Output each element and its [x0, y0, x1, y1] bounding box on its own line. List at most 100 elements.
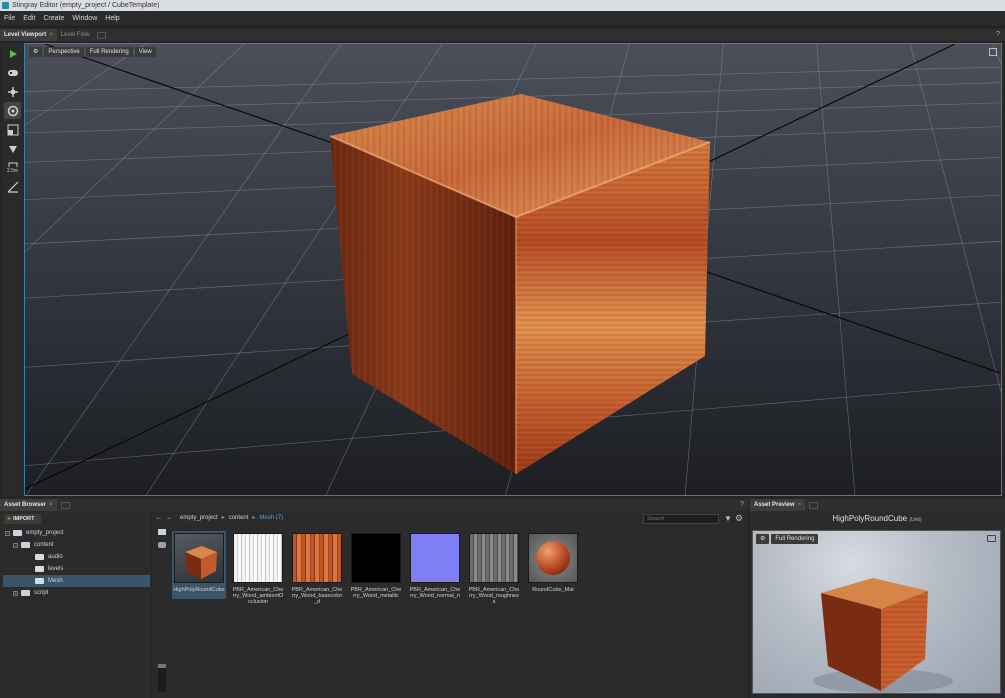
- menu-create[interactable]: Create: [43, 15, 64, 22]
- folder-icon: [21, 542, 30, 548]
- preview-scene: [813, 578, 953, 693]
- import-button[interactable]: + IMPORT: [4, 514, 41, 524]
- tab-level-flow-label: Level Flow: [60, 32, 90, 38]
- folder-icon: [35, 554, 44, 560]
- asset-item-metallic[interactable]: PBR_American_Cherry_Wood_metallic: [349, 531, 403, 599]
- close-icon[interactable]: ×: [798, 499, 802, 511]
- viewport-scene: [25, 44, 1001, 495]
- folder-tree: − empty_project − content audio levels Mes…: [3, 527, 150, 599]
- tab-asset-preview[interactable]: Asset Preview ×: [750, 499, 806, 511]
- asset-preview-viewport[interactable]: ⚙ Full Rendering: [752, 530, 1001, 694]
- menu-edit[interactable]: Edit: [23, 15, 35, 22]
- tab-level-viewport[interactable]: Level Viewport ×: [0, 29, 57, 41]
- menu-help[interactable]: Help: [105, 15, 119, 22]
- level-viewport[interactable]: ⚙ Perspective Full Rendering View: [24, 43, 1002, 496]
- collapse-icon[interactable]: −: [13, 542, 18, 548]
- collapse-icon[interactable]: −: [5, 530, 10, 536]
- grid-size-icon[interactable]: 2.5m: [4, 159, 21, 176]
- help-icon[interactable]: ?: [740, 501, 744, 508]
- viewport-toolbar: ⚙ Perspective Full Rendering View: [29, 47, 156, 57]
- tab-level-flow[interactable]: Level Flow: [57, 29, 94, 41]
- asset-label: PBR_American_Cherry_Wood_metallic: [350, 587, 402, 599]
- asset-item-normal[interactable]: PBR_American_Cherry_Wood_normal_n: [408, 531, 462, 599]
- asset-label: PBR_American_Cherry_Wood_roughness: [468, 587, 520, 605]
- folder-view-icon[interactable]: [158, 529, 166, 535]
- breadcrumb-item[interactable]: empty_project: [180, 515, 218, 521]
- stingray-logo-icon: [2, 2, 9, 9]
- expand-icon[interactable]: +: [13, 590, 18, 596]
- new-tab-icon[interactable]: [809, 502, 819, 509]
- move-icon[interactable]: [4, 83, 21, 100]
- asset-browser-tabstrip: Asset Browser ×: [0, 499, 748, 511]
- plus-icon: +: [7, 515, 12, 523]
- tree-item-script[interactable]: + script: [3, 587, 150, 599]
- asset-thumbnail: [351, 533, 401, 583]
- person-filter-icon[interactable]: [158, 542, 166, 548]
- help-icon[interactable]: ?: [996, 31, 1000, 38]
- tree-item-label: Mesh: [48, 578, 63, 584]
- tree-item-mesh[interactable]: Mesh: [3, 575, 150, 587]
- asset-thumbnail: [410, 533, 460, 583]
- asset-thumbnail: [292, 533, 342, 583]
- forward-arrow-icon[interactable]: →: [166, 515, 172, 521]
- asset-label: PBR_American_Cherry_Wood_basecolor_d: [291, 587, 343, 605]
- settings-gear-icon[interactable]: ⚙: [735, 513, 743, 524]
- back-arrow-icon[interactable]: ←: [156, 515, 162, 521]
- preview-title: HighPolyRoundCube (Unit): [752, 514, 1002, 523]
- tree-item-empty-project[interactable]: − empty_project: [3, 527, 150, 539]
- viewport-settings-button[interactable]: ⚙: [29, 47, 43, 57]
- breadcrumb: ← → empty_project ▸ content ▸ Mesh (7): [156, 514, 283, 522]
- camera-mode-button[interactable]: Perspective: [44, 47, 84, 57]
- tree-item-audio[interactable]: audio: [3, 551, 150, 563]
- new-tab-icon[interactable]: [97, 32, 107, 39]
- render-mode-button[interactable]: Full Rendering: [85, 47, 133, 57]
- snap-icon[interactable]: [4, 140, 21, 157]
- breadcrumb-item[interactable]: content: [229, 515, 249, 521]
- tab-level-viewport-label: Level Viewport: [4, 32, 47, 38]
- asset-search-input[interactable]: [643, 514, 719, 524]
- asset-item-roundcube-mat[interactable]: RoundCube_Mat: [526, 531, 580, 593]
- close-icon[interactable]: ×: [49, 499, 53, 511]
- asset-preview-tabstrip: Asset Preview ×: [750, 499, 1005, 511]
- tree-item-label: audio: [48, 554, 63, 560]
- folder-icon: [21, 590, 30, 596]
- gear-icon: ⚙: [33, 49, 39, 55]
- maximize-icon[interactable]: [989, 48, 997, 56]
- tree-item-label: content: [34, 542, 54, 548]
- preview-asset-type: (Unit): [909, 517, 922, 523]
- rotate-icon[interactable]: [4, 102, 21, 119]
- folder-icon: [35, 566, 44, 572]
- thumbnail-size-slider[interactable]: [158, 664, 166, 692]
- tree-item-label: script: [34, 590, 49, 596]
- chevron-right-icon: ▸: [252, 515, 256, 521]
- menu-bar: File Edit Create Window Help: [0, 11, 1005, 27]
- menu-file[interactable]: File: [4, 15, 15, 22]
- gamepad-icon[interactable]: [4, 64, 21, 81]
- asset-label: HighPolyRoundCube: [173, 587, 225, 593]
- measure-icon[interactable]: [4, 178, 21, 195]
- asset-thumbnail: [528, 533, 578, 583]
- asset-item-roughness[interactable]: PBR_American_Cherry_Wood_roughness: [467, 531, 521, 605]
- asset-item-highpolyroundcube[interactable]: HighPolyRoundCube: [172, 531, 226, 599]
- breadcrumb-current[interactable]: Mesh (7): [259, 515, 283, 521]
- tab-asset-preview-label: Asset Preview: [754, 502, 795, 508]
- folder-icon: [13, 530, 22, 536]
- tree-item-content[interactable]: − content: [3, 539, 150, 551]
- menu-window[interactable]: Window: [72, 15, 97, 22]
- close-icon[interactable]: ×: [49, 29, 53, 41]
- asset-label: PBR_American_Cherry_Wood_ambientOcclusio…: [232, 587, 284, 605]
- tab-asset-browser[interactable]: Asset Browser ×: [0, 499, 57, 511]
- asset-item-basecolor[interactable]: PBR_American_Cherry_Wood_basecolor_d: [290, 531, 344, 605]
- viewport-tools: 2.5m: [2, 43, 23, 496]
- tree-item-levels[interactable]: levels: [3, 563, 150, 575]
- window-title: Stingray Editor (empty_project / CubeTem…: [12, 2, 160, 9]
- asset-label: RoundCube_Mat: [532, 587, 574, 593]
- scale-icon[interactable]: [4, 121, 21, 138]
- filter-icon[interactable]: ▼: [724, 514, 732, 523]
- folder-icon: [35, 578, 44, 584]
- play-icon[interactable]: [4, 45, 21, 62]
- new-tab-icon[interactable]: [60, 502, 70, 509]
- asset-item-ambient-occlusion[interactable]: PBR_American_Cherry_Wood_ambientOcclusio…: [231, 531, 285, 605]
- chevron-right-icon: ▸: [221, 515, 225, 521]
- view-menu-button[interactable]: View: [134, 47, 156, 57]
